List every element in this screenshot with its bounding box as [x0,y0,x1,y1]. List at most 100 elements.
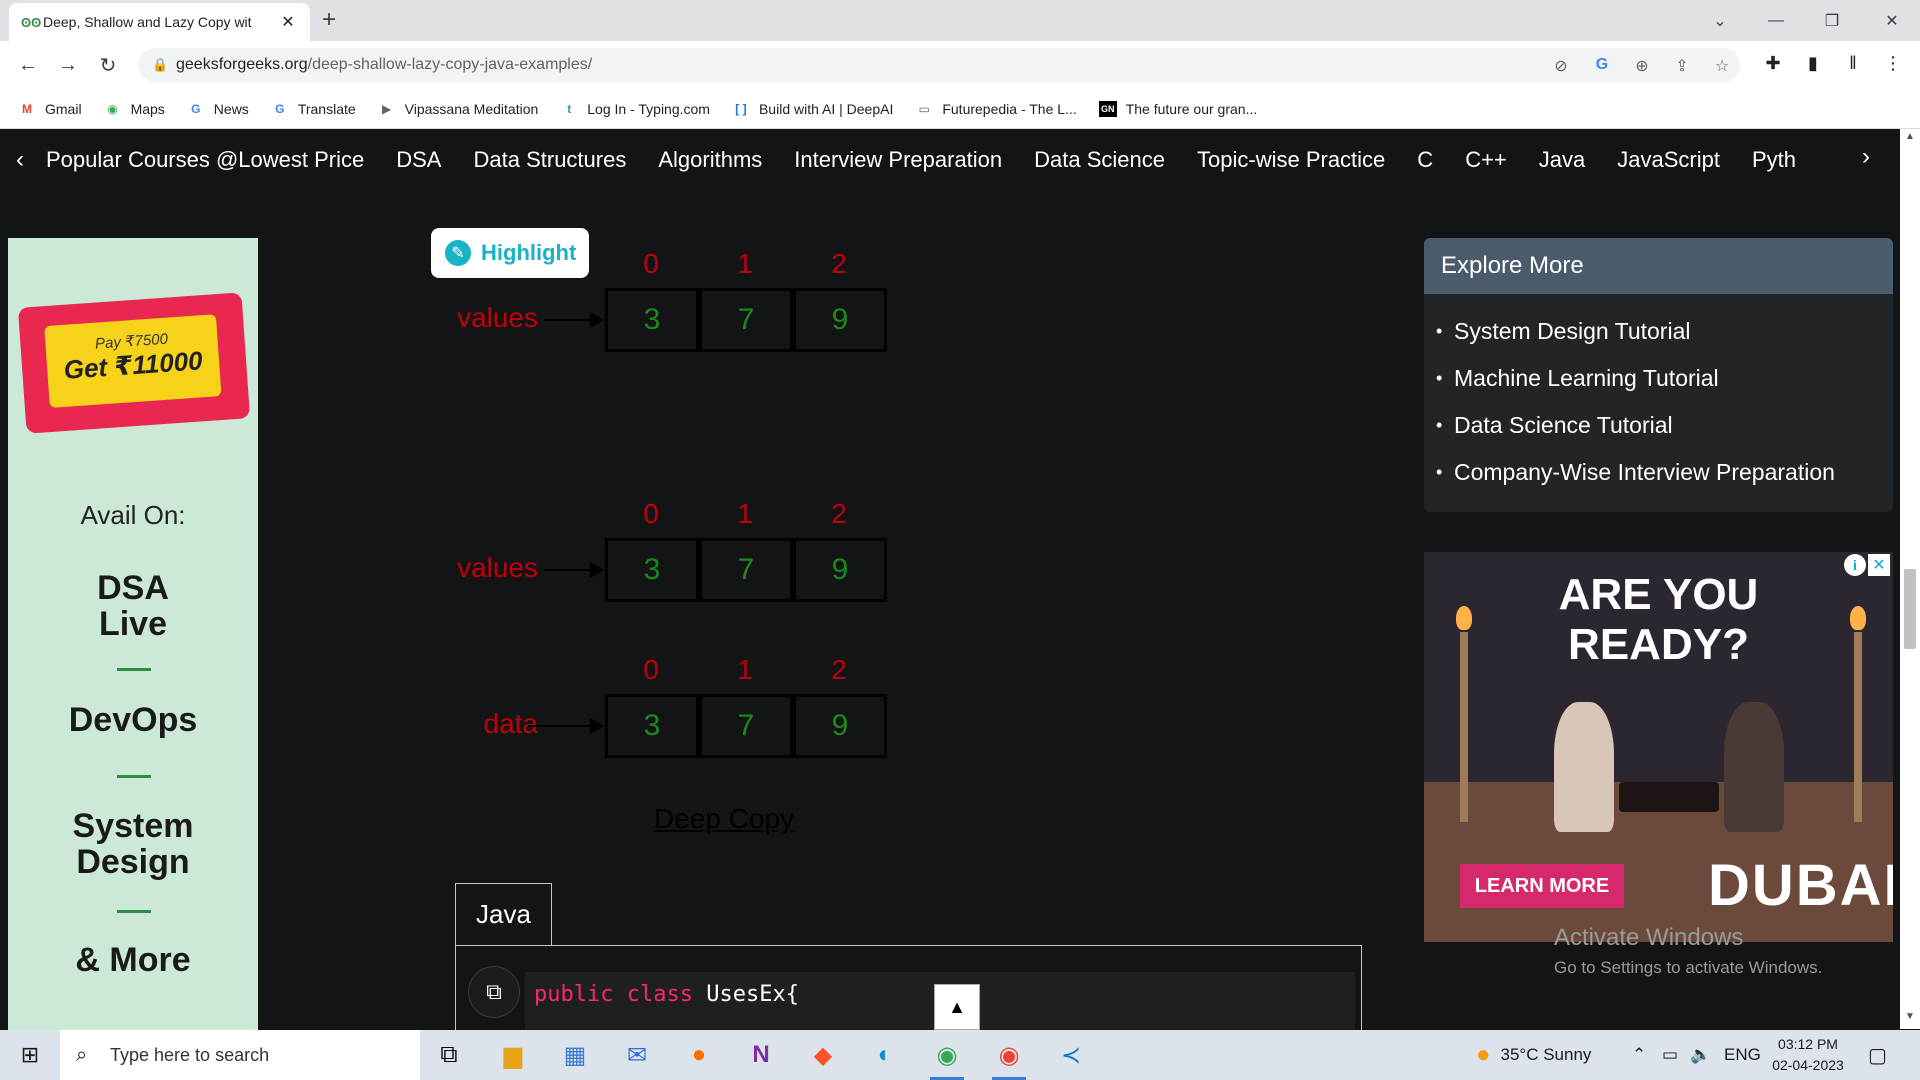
url-path: /deep-shallow-lazy-copy-java-examples/ [307,56,593,73]
ad-item-dsa-live: DSA Live [97,569,169,643]
minimize-button[interactable]: — [1748,0,1804,41]
browser-tab[interactable]: ʘʘ Deep, Shallow and Lazy Copy wit ✕ [9,3,310,41]
highlight-button[interactable]: ✎ Highlight [431,228,589,278]
bookmarks-bar: M Gmail ◉ Maps G News G Translate ▶ Vipassana Med… [0,89,1920,129]
nav-item[interactable]: C [1417,147,1433,173]
forward-button[interactable]: → [54,51,82,79]
edge-icon[interactable]: ◐ [860,1030,910,1080]
left-ad-banner[interactable]: Pay ₹7500 Get ₹11000 Avail On: DSA Live … [8,238,258,1030]
taskbar-search-box[interactable]: ⌕ Type here to search [60,1030,420,1080]
extensions-icon[interactable]: ✚ [1760,53,1786,74]
array-cell: 3 [605,538,699,602]
page-scrollbar[interactable]: ▲ ▼ [1900,129,1920,1029]
highlight-icon: ✎ [445,240,471,266]
notifications-icon[interactable]: ▢ [1868,1030,1887,1080]
language-indicator[interactable]: ENG [1724,1030,1761,1080]
weather-widget[interactable]: ● 35°C Sunny [1476,1030,1591,1080]
explore-link[interactable]: • Machine Learning Tutorial [1436,355,1893,402]
code-text: UsesEx{ [706,982,799,1007]
explore-link-label: Data Science Tutorial [1454,412,1673,438]
close-window-button[interactable]: ✕ [1864,0,1920,41]
nav-item[interactable]: DSA [396,147,441,173]
chrome-profile-icon[interactable]: ◉ [984,1030,1034,1080]
bookmark-vipassana[interactable]: ▶ Vipassana Meditation [378,101,538,117]
code-language-tab[interactable]: Java [455,883,552,945]
ad-separator [117,775,151,778]
bookmark-futurepedia[interactable]: ▭ Futurepedia - The L... [915,101,1077,117]
extension-pin-icon[interactable]: ‖ [1840,53,1866,74]
windows-start-icon[interactable]: ⊞ [0,1030,60,1080]
copy-code-button[interactable]: ⧉ [468,966,520,1018]
maximize-button[interactable]: ❐ [1804,0,1860,41]
chrome-icon[interactable]: ◉ [922,1030,972,1080]
nav-item[interactable]: Topic-wise Practice [1197,147,1385,173]
microsoft-store-icon[interactable]: ▦ [550,1030,600,1080]
nav-item[interactable]: Interview Preparation [794,147,1002,173]
explore-link-label: Machine Learning Tutorial [1454,365,1719,391]
scroll-up-icon[interactable]: ▲ [1900,131,1920,142]
share-icon[interactable]: ⇪ [1670,56,1694,76]
zoom-icon[interactable]: ⊕ [1630,56,1654,76]
bookmark-deepai[interactable]: [ ] Build with AI | DeepAI [732,101,893,117]
nav-item[interactable]: Java [1539,147,1585,173]
nav-item[interactable]: JavaScript [1617,147,1720,173]
nav-item[interactable]: Popular Courses @Lowest Price [46,147,364,173]
nav-item[interactable]: Data Structures [474,147,627,173]
bookmark-star-icon[interactable]: ☆ [1710,56,1734,76]
explore-link[interactable]: • System Design Tutorial [1436,308,1893,355]
learn-more-button[interactable]: LEARN MORE [1460,864,1624,908]
brave-icon[interactable]: ◆ [798,1030,848,1080]
google-lens-icon[interactable]: G [1590,56,1614,74]
side-panel-icon[interactable]: ▮ [1800,53,1826,74]
back-button[interactable]: ← [14,51,42,79]
new-tab-button[interactable]: + [322,6,336,34]
ad-info-icon[interactable]: i [1844,554,1866,576]
taskbar-clock[interactable]: 03:12 PM 02-04-2023 [1768,1034,1848,1076]
bookmark-label: Gmail [45,100,82,117]
bookmark-translate[interactable]: G Translate [271,101,356,117]
menu-icon[interactable]: ⋮ [1880,53,1906,74]
address-bar[interactable]: 🔒 geeksforgeeks.org /deep-shallow-lazy-c… [138,48,1740,82]
right-ad-banner[interactable]: ARE YOU READY? LEARN MORE DUBAI i ✕ [1424,552,1893,942]
ad-close-icon[interactable]: ✕ [1868,554,1890,576]
nav-item[interactable]: C++ [1465,147,1507,173]
bookmark-gn[interactable]: GN The future our gran... [1098,100,1257,117]
ad-item-devops: DevOps [68,701,198,739]
task-view-icon[interactable]: ⧉ [424,1030,474,1080]
close-tab-icon[interactable]: ✕ [278,12,298,32]
windows-taskbar: ⊞ ⌕ Type here to search ⧉ ▆ ▦ ✉ ● N ◆ ◐ … [0,1030,1920,1080]
scrollbar-thumb[interactable] [1904,569,1916,649]
onenote-icon[interactable]: N [736,1030,786,1080]
bookmark-gmail[interactable]: M Gmail [18,101,82,117]
browser-toolbar: ← → ↻ 🔒 geeksforgeeks.org /deep-shallow-… [0,41,1920,89]
nav-item[interactable]: Data Science [1034,147,1165,173]
bookmark-typing[interactable]: t Log In - Typing.com [560,101,710,117]
explore-link[interactable]: • Data Science Tutorial [1436,402,1893,449]
battery-icon[interactable]: ▭ [1662,1030,1678,1080]
nav-scroll-left-icon[interactable]: ‹ [16,146,46,174]
vscode-icon[interactable]: ≺ [1046,1030,1096,1080]
scroll-down-icon[interactable]: ▼ [1900,1011,1920,1022]
cookie-blocked-icon[interactable]: ⊘ [1549,56,1573,76]
bookmark-news[interactable]: G News [187,101,249,117]
scroll-to-top-button[interactable]: ▲ [934,984,980,1030]
explore-link[interactable]: • Company-Wise Interview Preparation [1436,449,1893,496]
file-explorer-icon[interactable]: ▆ [488,1030,538,1080]
url-host: geeksforgeeks.org [176,56,308,73]
volume-icon[interactable]: 🔈 [1690,1030,1711,1080]
tray-chevron-icon[interactable]: ⌃ [1632,1030,1646,1080]
nav-item[interactable]: Algorithms [658,147,762,173]
nav-scroll-right-icon[interactable]: › [1862,143,1870,171]
tab-search-icon[interactable]: ⌄ [1692,0,1748,41]
firefox-icon[interactable]: ● [674,1030,724,1080]
translate-icon: G [275,101,285,116]
clock-time: 03:12 PM [1778,1036,1838,1052]
man-image [1724,702,1784,832]
lock-icon[interactable]: 🔒 [152,57,176,73]
mail-icon[interactable]: ✉ [612,1030,662,1080]
nav-item[interactable]: Pyth [1752,147,1796,173]
sun-icon: ● [1476,1041,1491,1068]
bookmark-maps[interactable]: ◉ Maps [104,101,164,117]
reference-arrow [544,319,590,321]
reload-button[interactable]: ↻ [94,51,122,79]
